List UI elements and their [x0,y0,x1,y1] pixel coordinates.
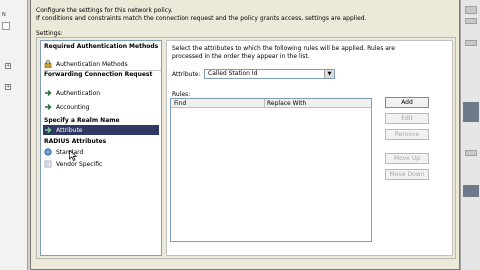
scrollbar-thumb[interactable] [463,102,479,122]
nav-header-radius: RADIUS Attributes [44,138,107,145]
settings-label: Settings: [36,30,63,37]
pane-instructions: Select the attributes to which the follo… [172,45,395,60]
console-tree: N + + [0,0,28,270]
nav-item-authentication-methods[interactable]: Authentication Methods [43,59,159,69]
actions-item[interactable] [465,150,477,156]
move-up-button[interactable]: Move Up [385,153,429,164]
arrow-icon [43,126,52,134]
attribute-dropdown[interactable]: Called Station Id ▼ [204,69,335,79]
nav-item-label: Authentication [56,89,101,97]
attribute-pane: Select the attributes to which the follo… [166,40,453,256]
nav-header-required-auth: Required Authentication Methods [44,43,159,50]
nav-header-forwarding: Forwarding Connection Request [44,71,153,78]
tree-icon [2,22,10,30]
nav-item-label: Accounting [56,103,90,111]
nav-item-attribute[interactable]: Attribute [43,125,159,135]
actions-item[interactable] [465,18,477,24]
rules-label: Rules: [172,91,191,98]
nav-header-realm-name: Specify a Realm Name [44,117,120,124]
rules-list-header: Find Replace With [171,99,371,108]
nav-item-accounting[interactable]: Accounting [43,102,159,112]
actions-item[interactable] [465,40,477,46]
scrollbar-thumb[interactable] [463,185,479,197]
remove-button[interactable]: Remove [385,129,429,140]
actions-item[interactable] [465,6,477,14]
column-header-find[interactable]: Find [174,100,186,107]
attribute-selected-value: Called Station Id [208,70,258,77]
policy-properties-dialog: Configure the settings for this network … [30,0,460,270]
lock-icon [43,60,52,68]
nav-item-label: Vendor Specific [56,160,103,168]
mouse-cursor [69,149,78,164]
doc-icon [43,160,52,168]
dialog-description: Configure the settings for this network … [36,7,456,25]
nav-item-label: Attribute [56,126,83,134]
arrow-icon [43,89,52,97]
description-line: Configure the settings for this network … [36,7,173,14]
tree-expand-plus[interactable]: + [5,84,11,90]
move-down-button[interactable]: Move Down [385,169,429,180]
actions-pane [460,0,480,270]
column-divider[interactable] [264,99,265,108]
settings-group: Required Authentication Methods Authenti… [36,37,456,259]
nav-item-label: Authentication Methods [56,60,128,68]
tree-root[interactable]: N [2,12,24,20]
nav-item-vendor-specific[interactable]: Vendor Specific [43,159,159,169]
attribute-label: Attribute: [172,71,201,78]
nav-item-authentication[interactable]: Authentication [43,88,159,98]
chevron-down-icon[interactable]: ▼ [324,70,334,78]
description-line: If conditions and constraints match the … [36,15,367,22]
globe-icon [43,148,52,156]
rules-list[interactable]: Find Replace With [170,98,372,242]
settings-nav: Required Authentication Methods Authenti… [40,40,162,256]
edit-button[interactable]: Edit [385,113,429,124]
tree-expand-plus[interactable]: + [5,63,11,69]
column-header-replace-with[interactable]: Replace With [267,100,306,107]
arrow-icon [43,103,52,111]
nav-item-standard[interactable]: Standard [43,147,159,157]
add-button[interactable]: Add [385,97,429,108]
